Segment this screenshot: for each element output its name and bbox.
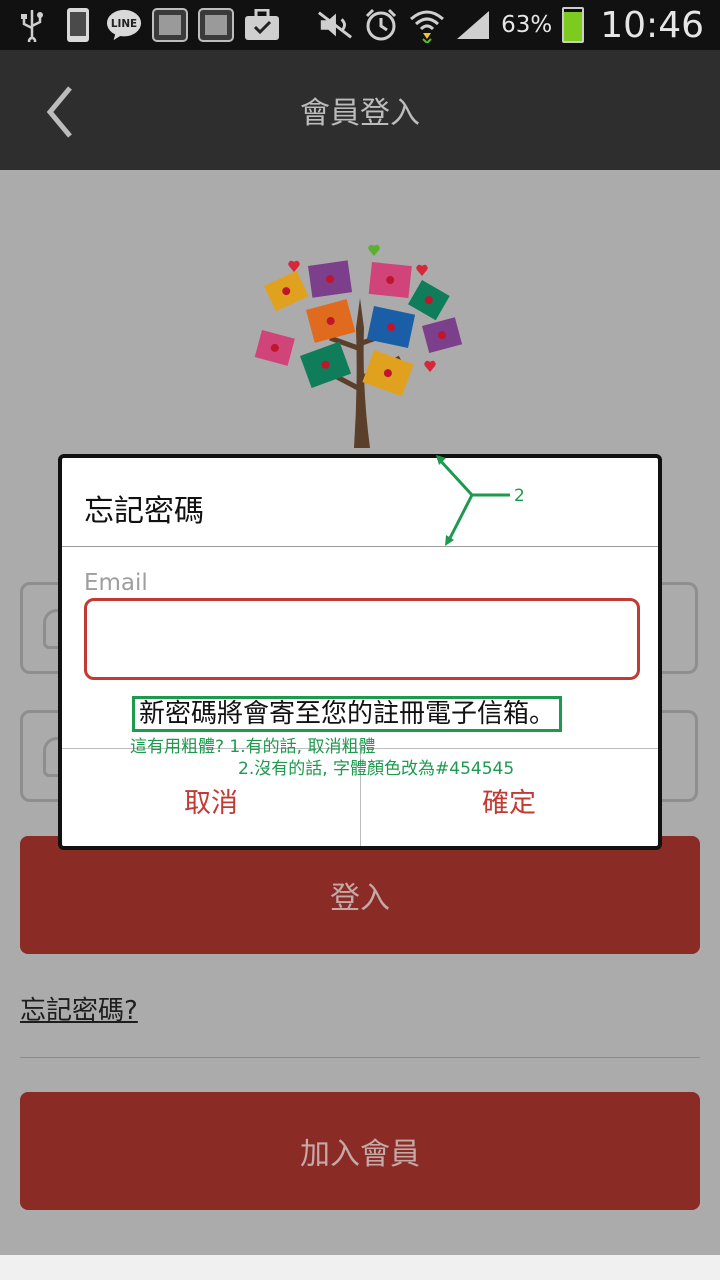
phone-icon — [60, 7, 96, 43]
page-title: 會員登入 — [300, 96, 420, 131]
battery-percent: 63% — [501, 12, 553, 38]
status-bar: LINE 63% 10:46 — [0, 0, 720, 50]
divider — [20, 1057, 700, 1058]
join-member-button[interactable]: 加入會員 — [20, 1092, 700, 1210]
battery-charging-icon — [562, 7, 585, 43]
annotation-number: 2 — [514, 486, 525, 506]
email-field[interactable] — [84, 598, 640, 680]
dialog-title: 忘記密碼 — [84, 494, 204, 529]
briefcase-check-icon — [244, 7, 280, 43]
clock: 10:46 — [600, 4, 704, 46]
system-icons: 63% 10:46 — [317, 0, 704, 50]
annotation-note-2: 2.沒有的話, 字體顏色改為#454545 — [238, 759, 515, 779]
app-bar: 會員登入 — [0, 50, 720, 170]
forgot-password-dialog: 忘記密碼 Email 新密碼將會寄至您的註冊電子信箱。 取消 確定 — [58, 454, 662, 850]
line-icon: LINE — [106, 7, 142, 43]
alarm-icon — [363, 7, 399, 43]
gallery-icon — [152, 7, 188, 43]
dialog-divider — [62, 546, 658, 547]
usb-icon — [14, 7, 50, 43]
mute-icon — [317, 7, 353, 43]
gallery-icon — [198, 7, 234, 43]
forgot-password-link[interactable]: 忘記密碼? — [20, 990, 138, 1027]
dialog-message: 新密碼將會寄至您的註冊電子信箱。 — [132, 696, 563, 732]
login-button[interactable]: 登入 — [20, 836, 700, 954]
email-label: Email — [84, 570, 148, 596]
signal-icon — [455, 7, 491, 43]
wifi-icon — [409, 7, 445, 43]
nav-bar-strip — [0, 1255, 720, 1280]
notification-icons: LINE — [14, 4, 280, 46]
brand-logo — [250, 238, 470, 448]
svg-text:LINE: LINE — [111, 18, 137, 30]
